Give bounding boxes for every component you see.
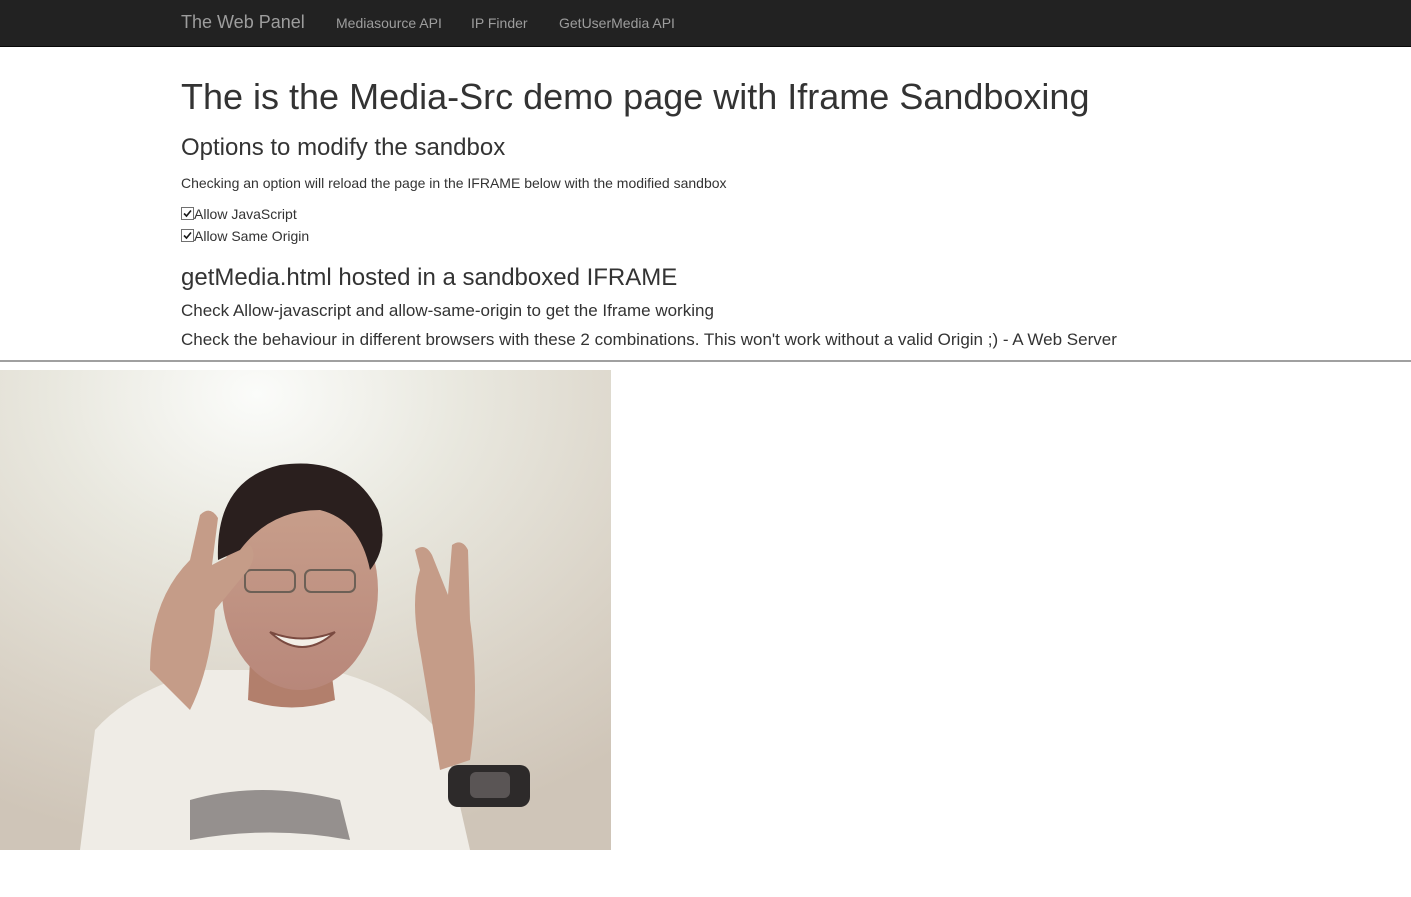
allow-javascript-checkbox[interactable] <box>181 207 194 220</box>
sandboxed-iframe[interactable] <box>0 360 1411 897</box>
checkmark-icon <box>183 231 192 240</box>
webcam-video-image <box>0 370 611 850</box>
allow-javascript-label: Allow JavaScript <box>194 206 297 222</box>
top-navbar: The Web Panel Mediasource API IP Finder … <box>0 0 1411 47</box>
options-heading: Options to modify the sandbox <box>181 134 506 161</box>
allow-javascript-option[interactable]: Allow JavaScript <box>181 206 297 222</box>
navbar-brand[interactable]: The Web Panel <box>181 11 305 33</box>
nav-link-getusermedia-api[interactable]: GetUserMedia API <box>559 14 675 32</box>
iframe-heading: getMedia.html hosted in a sandboxed IFRA… <box>181 264 678 291</box>
instruction-line-2: Check the behaviour in different browser… <box>181 330 1117 349</box>
nav-link-mediasource-api[interactable]: Mediasource API <box>336 14 442 32</box>
allow-same-origin-checkbox[interactable] <box>181 229 194 242</box>
nav-link-ip-finder[interactable]: IP Finder <box>471 14 528 32</box>
webcam-video <box>0 370 611 850</box>
allow-same-origin-option[interactable]: Allow Same Origin <box>181 228 309 244</box>
options-help-text: Checking an option will reload the page … <box>181 175 727 191</box>
instruction-line-1: Check Allow-javascript and allow-same-or… <box>181 301 714 320</box>
allow-same-origin-label: Allow Same Origin <box>194 228 310 244</box>
checkmark-icon <box>183 209 192 218</box>
page-title: The is the Media-Src demo page with Ifra… <box>181 76 1090 117</box>
